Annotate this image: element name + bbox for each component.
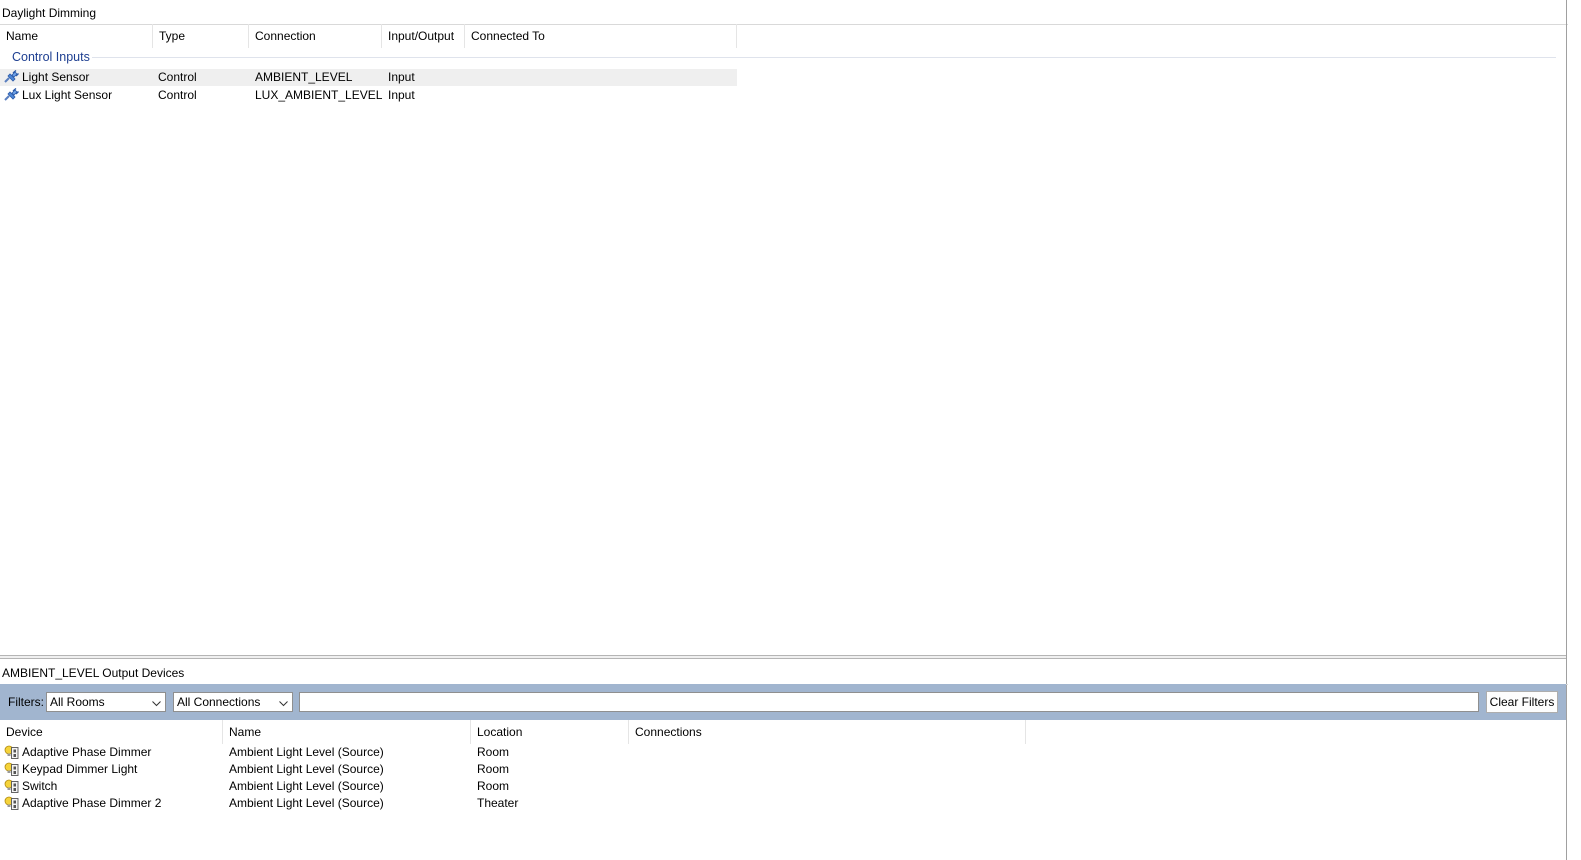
row-input-output: Input: [388, 88, 415, 102]
column-header-location[interactable]: Location: [471, 720, 629, 744]
connections-table-header: Name Type Connection Input/Output Connec…: [0, 24, 737, 48]
row-connection: LUX_AMBIENT_LEVEL: [255, 88, 383, 102]
row-name: Ambient Light Level (Source): [229, 796, 384, 810]
control-connector-icon: [4, 87, 19, 103]
column-header-connection[interactable]: Connection: [249, 24, 382, 48]
row-name: Lux Light Sensor: [22, 88, 113, 102]
chevron-down-icon: [152, 697, 161, 707]
connection-row[interactable]: Lux Light Sensor Control LUX_AMBIENT_LEV…: [0, 87, 737, 104]
connections-filter-select[interactable]: All Connections: [173, 692, 293, 712]
clear-filters-button[interactable]: Clear Filters: [1486, 691, 1558, 713]
connection-row[interactable]: Light Sensor Control AMBIENT_LEVEL Input: [0, 69, 737, 86]
filters-label: Filters:: [8, 695, 44, 709]
filter-bar: Filters: All Rooms All Connections Clear…: [0, 684, 1566, 720]
pane-splitter[interactable]: [0, 655, 1566, 659]
row-location: Room: [477, 779, 510, 793]
connections-filter-value: All Connections: [177, 695, 261, 709]
column-header-connected-to[interactable]: Connected To: [465, 24, 737, 48]
row-type: Control: [158, 70, 197, 84]
device-row[interactable]: Adaptive Phase Dimmer Ambient Light Leve…: [0, 744, 1026, 761]
row-name: Light Sensor: [22, 70, 90, 84]
devices-table-header: Device Name Location Connections: [0, 720, 1026, 744]
column-header-name[interactable]: Name: [0, 24, 153, 48]
row-device: Adaptive Phase Dimmer: [22, 745, 152, 759]
row-location: Room: [477, 762, 510, 776]
row-connection: AMBIENT_LEVEL: [255, 70, 353, 84]
output-devices-title: AMBIENT_LEVEL Output Devices: [0, 662, 1568, 685]
row-type: Control: [158, 88, 197, 102]
control-connector-icon: [4, 69, 19, 85]
dimmer-device-icon: [4, 796, 19, 811]
group-header-control-inputs[interactable]: Control Inputs: [0, 47, 1556, 67]
device-row[interactable]: Keypad Dimmer Light Ambient Light Level …: [0, 761, 1026, 778]
row-name: Ambient Light Level (Source): [229, 745, 384, 759]
column-header-connections[interactable]: Connections: [629, 720, 1026, 744]
device-row[interactable]: Switch Ambient Light Level (Source) Room: [0, 778, 1026, 795]
window-right-border: [1566, 0, 1567, 860]
group-divider: [92, 57, 1556, 58]
dimmer-device-icon: [4, 762, 19, 777]
row-device: Keypad Dimmer Light: [22, 762, 138, 776]
connections-pane-title: Daylight Dimming: [0, 2, 1568, 25]
device-row[interactable]: Adaptive Phase Dimmer 2 Ambient Light Le…: [0, 795, 1026, 812]
column-header-device[interactable]: Device: [0, 720, 223, 744]
row-location: Room: [477, 745, 510, 759]
row-device: Switch: [22, 779, 58, 793]
rooms-filter-select[interactable]: All Rooms: [46, 692, 166, 712]
row-name: Ambient Light Level (Source): [229, 762, 384, 776]
rooms-filter-value: All Rooms: [50, 695, 105, 709]
row-device: Adaptive Phase Dimmer 2: [22, 796, 162, 810]
search-input[interactable]: [299, 692, 1479, 712]
group-label: Control Inputs: [12, 50, 90, 64]
column-header-name[interactable]: Name: [223, 720, 471, 744]
column-header-type[interactable]: Type: [153, 24, 249, 48]
column-header-input-output[interactable]: Input/Output: [382, 24, 465, 48]
dimmer-device-icon: [4, 745, 19, 760]
dimmer-device-icon: [4, 779, 19, 794]
row-input-output: Input: [388, 70, 415, 84]
row-location: Theater: [477, 796, 519, 810]
chevron-down-icon: [279, 697, 288, 707]
row-name: Ambient Light Level (Source): [229, 779, 384, 793]
